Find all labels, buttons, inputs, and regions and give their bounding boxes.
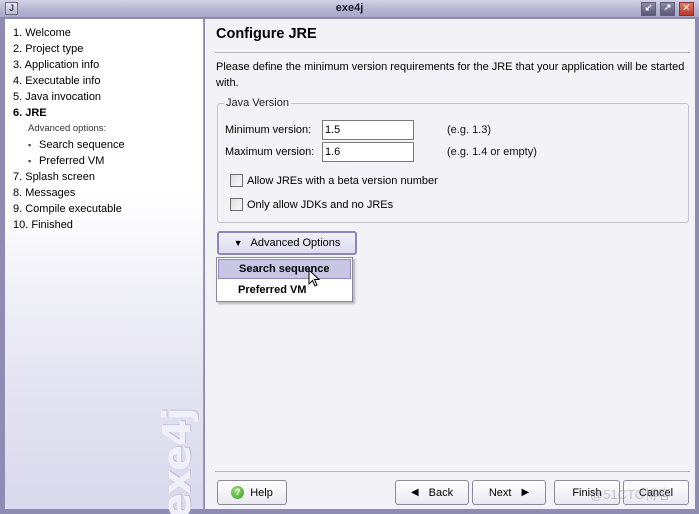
step-project-type[interactable]: 2. Project type: [5, 41, 203, 57]
step-finished[interactable]: 10. Finished: [5, 217, 203, 233]
menu-item-search-sequence[interactable]: Search sequence: [218, 259, 351, 279]
allow-beta-option[interactable]: Allow JREs with a beta version number: [230, 174, 438, 187]
step-welcome[interactable]: 1. Welcome: [5, 25, 203, 41]
help-button[interactable]: ? Help: [217, 480, 287, 505]
step-jre[interactable]: 6. JRE: [5, 105, 203, 121]
help-icon: ?: [231, 486, 245, 499]
step-executable-info[interactable]: 4. Executable info: [5, 73, 203, 89]
allow-beta-checkbox[interactable]: [230, 174, 243, 187]
back-label: Back: [428, 486, 454, 499]
step-splash-screen[interactable]: 7. Splash screen: [5, 169, 203, 185]
back-button[interactable]: ◀ Back: [395, 480, 469, 505]
help-label: Help: [250, 486, 273, 499]
minimize-icon[interactable]: ↙: [641, 2, 656, 16]
step-list: 1. Welcome 2. Project type 3. Applicatio…: [5, 19, 203, 233]
watermark: @51CTO博客: [590, 487, 671, 502]
page-description: Please define the minimum version requir…: [216, 61, 685, 89]
step-search-sequence[interactable]: ▪ Search sequence: [5, 137, 203, 153]
mouse-cursor-icon: [308, 269, 320, 287]
title-divider: [215, 52, 690, 53]
java-version-group: Java Version Minimum version: (e.g. 1.3)…: [217, 97, 689, 223]
min-version-hint: (e.g. 1.3): [447, 124, 492, 136]
next-button[interactable]: Next ▶: [472, 480, 546, 505]
step-application-info[interactable]: 3. Application info: [5, 57, 203, 73]
step-label: Preferred VM: [39, 155, 105, 167]
step-compile-executable[interactable]: 9. Compile executable: [5, 201, 203, 217]
maximize-icon[interactable]: ↗: [660, 2, 675, 16]
bullet-icon: ▪: [28, 156, 32, 166]
menu-item-preferred-vm[interactable]: Preferred VM: [217, 280, 352, 300]
step-label: Search sequence: [39, 139, 125, 151]
only-jdk-label: Only allow JDKs and no JREs: [247, 198, 394, 211]
advanced-options-button[interactable]: ▼ Advanced Options: [217, 231, 357, 255]
step-java-invocation[interactable]: 5. Java invocation: [5, 89, 203, 105]
only-jdk-option[interactable]: Only allow JDKs and no JREs: [230, 198, 393, 211]
dropdown-triangle-icon: ▼: [233, 238, 243, 248]
step-messages[interactable]: 8. Messages: [5, 185, 203, 201]
page-title: Configure JRE: [216, 26, 317, 42]
advanced-options-menu: Search sequence Preferred VM: [216, 257, 353, 302]
step-preferred-vm[interactable]: ▪ Preferred VM: [5, 153, 203, 169]
advanced-options-header: Advanced options:: [28, 123, 107, 134]
footer-divider: [215, 471, 690, 472]
min-version-label: Minimum version:: [225, 124, 312, 136]
advanced-options-label: Advanced Options: [250, 237, 341, 249]
close-icon[interactable]: ✕: [679, 2, 694, 16]
title-bar: J exe4j ↙ ↗ ✕: [0, 0, 699, 18]
allow-beta-label: Allow JREs with a beta version number: [247, 174, 438, 187]
main-panel: Configure JRE Please define the minimum …: [205, 19, 695, 509]
max-version-input[interactable]: [322, 142, 414, 162]
group-legend: Java Version: [224, 97, 291, 109]
min-version-input[interactable]: [322, 120, 414, 140]
max-version-label: Maximum version:: [225, 146, 315, 158]
max-version-hint: (e.g. 1.4 or empty): [447, 146, 537, 158]
next-arrow-icon: ▶: [521, 487, 530, 498]
only-jdk-checkbox[interactable]: [230, 198, 243, 211]
wizard-steps-sidebar: 1. Welcome 2. Project type 3. Applicatio…: [5, 19, 204, 514]
bullet-icon: ▪: [28, 140, 32, 150]
exe4j-logo: exe4j: [155, 408, 199, 514]
back-arrow-icon: ◀: [410, 487, 419, 498]
next-label: Next: [488, 486, 512, 499]
window-title: exe4j: [335, 2, 364, 14]
